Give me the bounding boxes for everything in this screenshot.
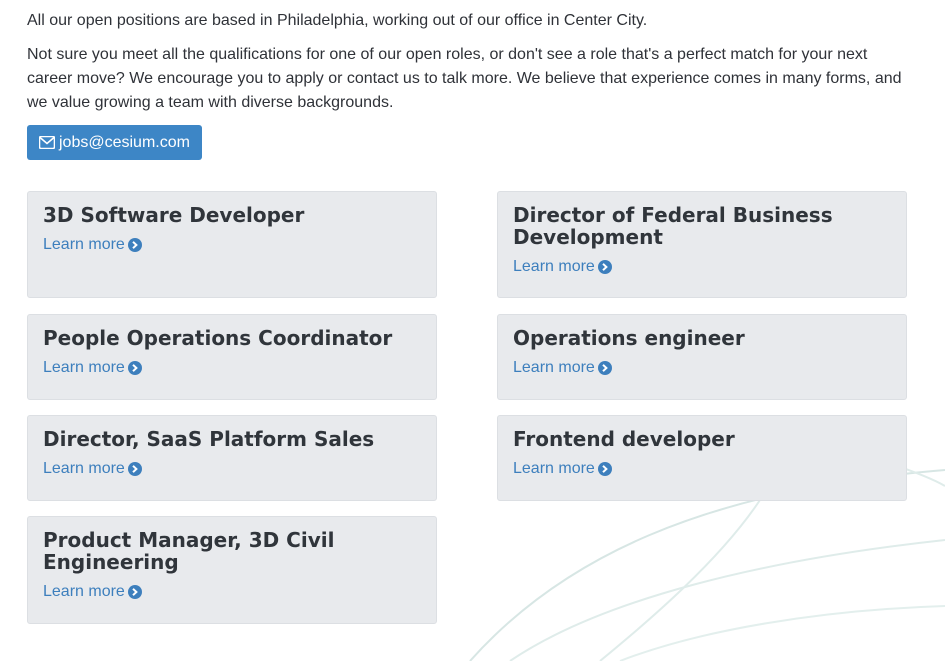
arrow-circle-right-icon (597, 462, 612, 476)
position-title: People Operations Coordinator (43, 326, 393, 350)
position-title: Product Manager, 3D Civil Engineering (43, 528, 335, 574)
position-title: Operations engineer (513, 326, 745, 350)
position-title: Director of Federal Business Development (513, 203, 833, 249)
learn-more-link[interactable]: Learn more (513, 359, 612, 377)
learn-more-link[interactable]: Learn more (513, 258, 612, 276)
arrow-circle-right-icon (127, 238, 142, 252)
position-card[interactable]: Frontend developer Learn more (497, 415, 907, 501)
position-card[interactable]: People Operations Coordinator Learn more (27, 314, 437, 400)
email-label: jobs@cesium.com (59, 133, 190, 151)
learn-more-link[interactable]: Learn more (43, 583, 142, 601)
arrow-circle-right-icon (127, 361, 142, 375)
email-jobs-button[interactable]: jobs@cesium.com (27, 125, 202, 160)
position-title: Frontend developer (513, 427, 735, 451)
learn-more-link[interactable]: Learn more (513, 460, 612, 478)
position-card[interactable]: Director of Federal Business Development… (497, 191, 907, 298)
encourage-paragraph: Not sure you meet all the qualifications… (27, 46, 902, 111)
arrow-circle-right-icon (127, 585, 142, 599)
position-card[interactable]: 3D Software Developer Learn more (27, 191, 437, 298)
position-title: 3D Software Developer (43, 203, 305, 227)
envelope-icon (39, 136, 55, 149)
careers-page: All our open positions are based in Phil… (0, 0, 945, 661)
position-card[interactable]: Product Manager, 3D Civil Engineering Le… (27, 516, 437, 624)
location-paragraph: All our open positions are based in Phil… (27, 12, 648, 29)
position-title: Director, SaaS Platform Sales (43, 427, 375, 451)
position-card[interactable]: Director, SaaS Platform Sales Learn more (27, 415, 437, 501)
learn-more-link[interactable]: Learn more (43, 236, 142, 254)
position-card[interactable]: Operations engineer Learn more (497, 314, 907, 400)
learn-more-link[interactable]: Learn more (43, 460, 142, 478)
arrow-circle-right-icon (127, 462, 142, 476)
arrow-circle-right-icon (597, 361, 612, 375)
learn-more-link[interactable]: Learn more (43, 359, 142, 377)
arrow-circle-right-icon (597, 260, 612, 274)
